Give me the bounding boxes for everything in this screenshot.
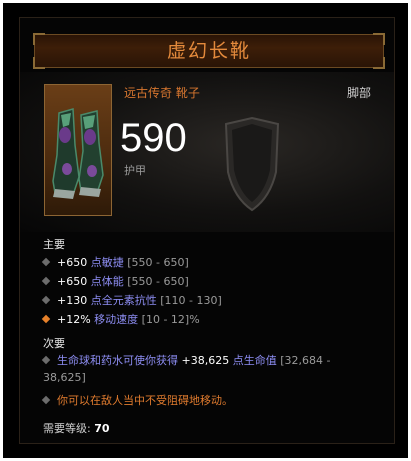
boots-icon	[52, 108, 104, 199]
tooltip-frame: 虚幻长靴 远古传奇 靴子 脚部 590 护甲 主要 +650 点敏捷 [550 …	[3, 3, 408, 458]
secondary-heading: 次要	[43, 337, 65, 350]
stat-bullet-icon	[41, 295, 51, 305]
item-title-bar: 虚幻长靴	[33, 33, 385, 69]
level-requirement: 需要等级: 70	[43, 422, 110, 435]
primary-stat-all-resist: +130 点全元素抗性 [110 - 130]	[41, 292, 222, 308]
item-icon	[44, 84, 112, 216]
primary-stat-vitality: +650 点体能 [550 - 650]	[41, 273, 189, 289]
item-type: 远古传奇 靴子	[124, 86, 200, 100]
primary-stat-dexterity: +650 点敏捷 [550 - 650]	[41, 254, 189, 270]
secondary-stat-unhindered: 你可以在敌人当中不受阻碍地移动。	[41, 392, 233, 408]
armor-shield-icon	[224, 116, 280, 212]
stat-bullet-icon	[41, 276, 51, 286]
stat-bullet-icon	[41, 355, 51, 365]
item-name: 虚幻长靴	[166, 40, 251, 62]
stat-bullet-icon	[41, 395, 51, 405]
primary-heading: 主要	[43, 238, 65, 251]
armor-value: 590	[120, 116, 187, 160]
stat-bullet-icon	[41, 257, 51, 267]
armor-label: 护甲	[124, 164, 146, 177]
primary-stat-movement-speed: +12% 移动速度 [10 - 12]%	[41, 311, 200, 327]
secondary-stat-health-globes: 生命球和药水可使你获得 +38,625 点生命值 [32,684 -38,625…	[41, 354, 331, 384]
item-tooltip: 虚幻长靴 远古传奇 靴子 脚部 590 护甲 主要 +650 点敏捷 [550 …	[19, 17, 395, 444]
item-slot: 脚部	[347, 86, 372, 100]
legendary-bullet-icon	[41, 314, 51, 324]
